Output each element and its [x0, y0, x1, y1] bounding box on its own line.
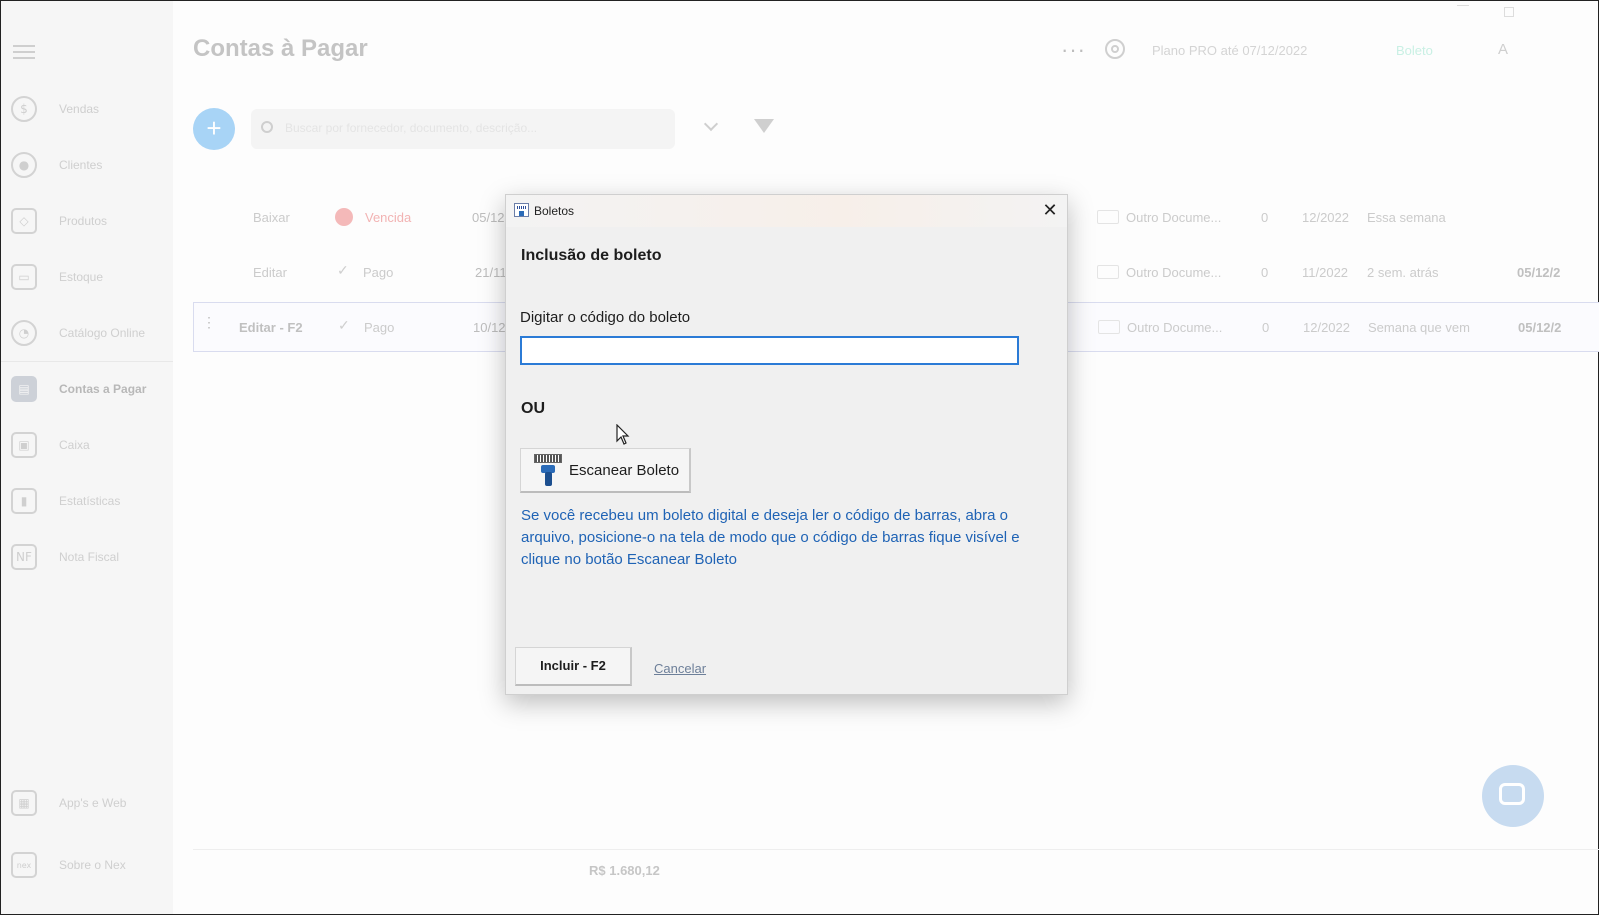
- scan-boleto-button[interactable]: Escanear Boleto: [520, 448, 691, 493]
- sidebar-divider: [1, 361, 173, 362]
- row-due: 05/12: [472, 210, 505, 225]
- row-count: 0: [1261, 210, 1269, 225]
- sidebar-item-label: Contas a Pagar: [59, 382, 147, 396]
- row-due: 21/11: [475, 265, 507, 280]
- boletos-dialog: Boletos ✕ Inclusão de boleto Digitar o c…: [505, 194, 1068, 695]
- search-icon: [261, 121, 273, 133]
- dialog-heading: Inclusão de boleto: [521, 247, 662, 264]
- row-date: 05/12/2: [1518, 320, 1562, 335]
- sidebar-item-contas-a-pagar[interactable]: ▤ Contas a Pagar: [1, 367, 173, 411]
- cancel-link[interactable]: Cancelar: [654, 661, 706, 676]
- plan-selector[interactable]: Plano PRO até 07/12/2022: [1152, 43, 1307, 58]
- catalog-icon: ◔: [11, 320, 37, 346]
- dialog-title: Boletos: [534, 204, 575, 218]
- user-icon: ●: [11, 152, 37, 178]
- footer-total: R$ 1.680,12: [589, 863, 660, 878]
- sidebar-item-label: Sobre o Nex: [59, 858, 126, 872]
- barcode-scanner-icon: [533, 453, 563, 487]
- footer-divider: [193, 849, 1599, 850]
- filter-icon[interactable]: [754, 119, 774, 133]
- overdue-icon: [335, 208, 353, 226]
- dollar-icon: $: [11, 96, 37, 122]
- include-button[interactable]: Incluir - F2: [515, 647, 632, 686]
- more-options-icon[interactable]: ···: [1061, 37, 1086, 63]
- scan-hint-text: Se você recebeu um boleto digital e dese…: [521, 507, 1020, 568]
- bar-chart-icon: ▮: [11, 488, 37, 514]
- sidebar-item-label: Nota Fiscal: [59, 550, 120, 564]
- boleto-app-icon: [514, 203, 529, 217]
- chat-icon[interactable]: [1482, 765, 1544, 827]
- row-status: Pago: [363, 265, 394, 280]
- sidebar-item-label: Produtos: [59, 214, 108, 228]
- hamburger-icon[interactable]: [13, 41, 35, 61]
- sidebar-item-label: Estatísticas: [59, 494, 121, 508]
- grid-icon: ▦: [11, 790, 37, 816]
- scan-boleto-label: Escanear Boleto: [569, 461, 680, 479]
- row-period: 2 sem. atrás: [1367, 265, 1439, 280]
- row-month: 11/2022: [1302, 265, 1349, 280]
- search-placeholder: Buscar por fornecedor, documento, descri…: [285, 121, 538, 135]
- sidebar-item-estatisticas[interactable]: ▮ Estatísticas: [1, 479, 173, 523]
- row-type: Outro Docume...: [1127, 320, 1223, 335]
- gear-icon[interactable]: [1105, 39, 1125, 59]
- row-type: Outro Docume...: [1126, 265, 1222, 280]
- row-type: Outro Docume...: [1126, 210, 1222, 225]
- row-period: Semana que vem: [1368, 320, 1470, 335]
- chevron-down-icon[interactable]: [703, 116, 719, 132]
- boleto-code-label: Digitar o código do boleto: [520, 309, 691, 326]
- drag-handle-icon[interactable]: ⋮: [202, 315, 216, 329]
- sidebar-item-label: Catálogo Online: [59, 326, 146, 340]
- or-label: OU: [521, 400, 545, 417]
- maximize-icon[interactable]: [1504, 7, 1514, 17]
- cash-register-icon: ▣: [11, 432, 37, 458]
- sidebar: $ Vendas ● Clientes ◇ Produtos ▭ Estoque…: [1, 1, 173, 914]
- checkbox[interactable]: [1097, 265, 1119, 279]
- sidebar-item-label: Clientes: [59, 158, 103, 172]
- row-count: 0: [1261, 265, 1269, 280]
- search-input[interactable]: Buscar por fornecedor, documento, descri…: [251, 109, 675, 149]
- row-count: 0: [1262, 320, 1270, 335]
- boleto-link[interactable]: Boleto: [1396, 43, 1433, 58]
- sidebar-item-nota-fiscal[interactable]: NF Nota Fiscal: [1, 535, 173, 579]
- row-action[interactable]: Editar - F2: [239, 320, 303, 335]
- checkbox[interactable]: [1097, 210, 1119, 224]
- row-month: 12/2022: [1303, 320, 1350, 335]
- sidebar-item-sobre[interactable]: nex Sobre o Nex: [1, 843, 173, 887]
- sidebar-item-clientes[interactable]: ● Clientes: [1, 143, 173, 187]
- user-initial[interactable]: A: [1498, 41, 1508, 58]
- sidebar-item-caixa[interactable]: ▣ Caixa: [1, 423, 173, 467]
- dialog-titlebar[interactable]: Boletos ✕: [506, 195, 1067, 227]
- sidebar-item-catalogo[interactable]: ◔ Catálogo Online: [1, 311, 173, 355]
- invoice-icon: NF: [11, 544, 37, 570]
- minimize-icon[interactable]: [1457, 5, 1469, 6]
- row-action[interactable]: Baixar: [253, 210, 290, 225]
- page-title: Contas à Pagar: [193, 35, 368, 62]
- checkbox[interactable]: [1098, 320, 1120, 334]
- row-month: 12/2022: [1302, 210, 1349, 225]
- add-button[interactable]: +: [193, 108, 235, 150]
- check-icon: ✓: [338, 317, 350, 333]
- row-status: Pago: [364, 320, 395, 335]
- row-date: 05/12/2: [1517, 265, 1561, 280]
- sidebar-item-label: Vendas: [59, 102, 100, 116]
- sidebar-item-produtos[interactable]: ◇ Produtos: [1, 199, 173, 243]
- sidebar-item-label: App's e Web: [59, 796, 127, 810]
- close-icon[interactable]: ✕: [1039, 200, 1061, 222]
- sidebar-item-estoque[interactable]: ▭ Estoque: [1, 255, 173, 299]
- sidebar-item-vendas[interactable]: $ Vendas: [1, 87, 173, 131]
- tag-icon: ◇: [11, 208, 37, 234]
- row-period: Essa semana: [1367, 210, 1446, 225]
- barcode-icon: ▤: [11, 376, 37, 402]
- sidebar-item-label: Estoque: [59, 270, 104, 284]
- sidebar-item-label: Caixa: [59, 438, 90, 452]
- row-due: 10/12: [473, 320, 506, 335]
- box-icon: ▭: [11, 264, 37, 290]
- row-action[interactable]: Editar: [253, 265, 287, 280]
- sidebar-item-apps-web[interactable]: ▦ App's e Web: [1, 781, 173, 825]
- check-icon: ✓: [337, 262, 349, 278]
- boleto-code-input[interactable]: [520, 336, 1019, 365]
- row-status: Vencida: [365, 210, 412, 225]
- nex-logo-icon: nex: [11, 852, 37, 878]
